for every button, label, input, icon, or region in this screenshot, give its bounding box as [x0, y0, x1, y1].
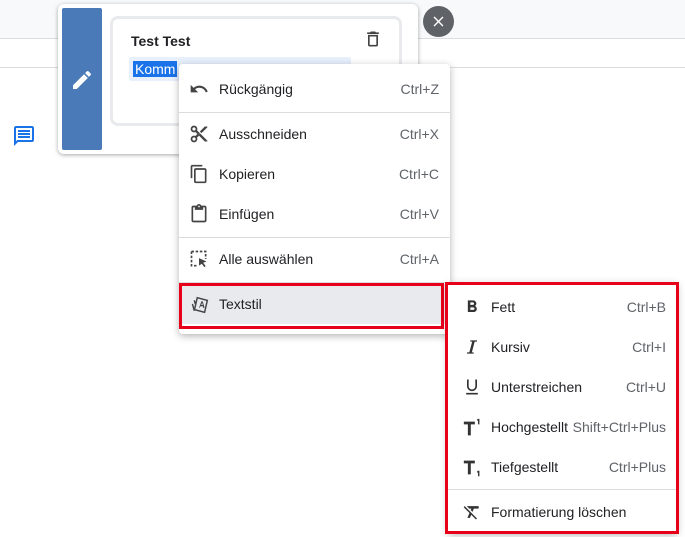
- menu-separator: [179, 237, 450, 238]
- cut-icon: [189, 124, 209, 144]
- close-button[interactable]: [423, 6, 454, 37]
- menu-item-copy[interactable]: Kopieren Ctrl+C: [179, 154, 450, 194]
- menu-item-select-all[interactable]: Alle auswählen Ctrl+A: [179, 239, 450, 279]
- comment-icon[interactable]: [12, 124, 36, 148]
- edit-button[interactable]: [62, 8, 102, 150]
- close-icon: [433, 16, 444, 27]
- menu-item-cut[interactable]: Ausschneiden Ctrl+X: [179, 114, 450, 154]
- undo-icon: [189, 79, 209, 99]
- menu-item-paste[interactable]: Einfügen Ctrl+V: [179, 194, 450, 234]
- highlight-box-submenu: [445, 282, 679, 534]
- menu-separator: [179, 112, 450, 113]
- trash-icon[interactable]: [363, 29, 383, 54]
- highlight-box-textstil: [179, 283, 444, 329]
- pencil-icon: [73, 70, 92, 89]
- menu-item-undo[interactable]: Rückgängig Ctrl+Z: [179, 69, 450, 109]
- select-all-icon: [189, 249, 209, 269]
- selected-text: Komm: [133, 61, 178, 77]
- comment-author: Test Test: [131, 33, 191, 49]
- copy-icon: [189, 164, 209, 184]
- paste-icon: [189, 204, 209, 224]
